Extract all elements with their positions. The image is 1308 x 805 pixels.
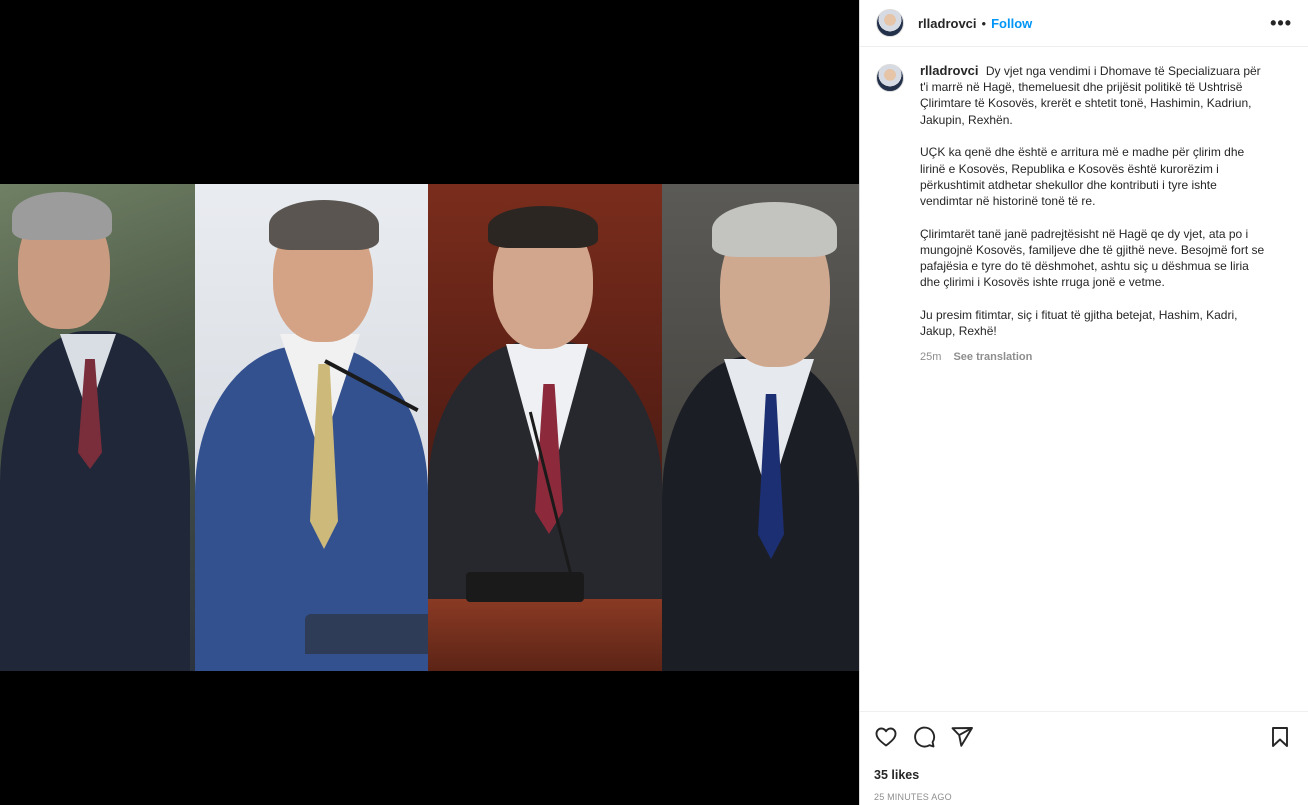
podium <box>428 599 662 671</box>
laptop <box>466 572 584 602</box>
comment-icon[interactable] <box>912 725 936 749</box>
hair <box>269 200 379 250</box>
bookmark-icon[interactable] <box>1268 725 1292 749</box>
caption-username[interactable]: rlladrovci <box>920 63 979 78</box>
separator-dot: • <box>981 15 987 31</box>
see-translation-button[interactable]: See translation <box>953 351 1032 363</box>
podium <box>305 614 428 654</box>
caption-paragraph-3: Çlirimtarët tanë janë padrejtësisht në H… <box>920 226 1265 290</box>
post-details: rlladrovci • Follow ••• rlladrovci Dy vj… <box>859 0 1308 805</box>
post-media[interactable] <box>0 0 859 805</box>
photo-collage <box>0 184 859 671</box>
heart-icon[interactable] <box>874 725 898 749</box>
avatar[interactable] <box>876 9 904 37</box>
caption-body: rlladrovci Dy vjet nga vendimi i Dhomave… <box>920 63 1272 712</box>
likes-count[interactable]: 35 likes <box>874 768 1292 782</box>
hair <box>712 202 837 257</box>
hair <box>12 192 112 240</box>
post-header: rlladrovci • Follow ••• <box>860 0 1308 47</box>
caption: rlladrovci Dy vjet nga vendimi i Dhomave… <box>860 47 1308 712</box>
caption-meta: 25m See translation <box>920 349 1272 365</box>
action-bar: 35 likes 25 MINUTES AGO <box>860 711 1308 802</box>
follow-button[interactable]: Follow <box>991 16 1032 31</box>
action-icons <box>874 724 1292 750</box>
share-icon[interactable] <box>950 725 974 749</box>
more-icon[interactable]: ••• <box>1270 13 1292 34</box>
caption-paragraph-2: UÇK ka qenë dhe është e arritura më e ma… <box>920 145 1245 208</box>
caption-paragraph-4: Ju presim fitimtar, siç i fituat të gjit… <box>920 307 1238 339</box>
post-time: 25m <box>920 351 942 364</box>
photo-panel-1 <box>0 184 195 671</box>
caption-avatar[interactable] <box>876 64 904 92</box>
hair <box>488 206 598 248</box>
username[interactable]: rlladrovci <box>918 16 977 31</box>
photo-panel-4 <box>662 184 859 671</box>
post-timestamp: 25 MINUTES AGO <box>874 792 952 802</box>
photo-panel-3 <box>428 184 662 671</box>
photo-panel-2 <box>195 184 428 671</box>
